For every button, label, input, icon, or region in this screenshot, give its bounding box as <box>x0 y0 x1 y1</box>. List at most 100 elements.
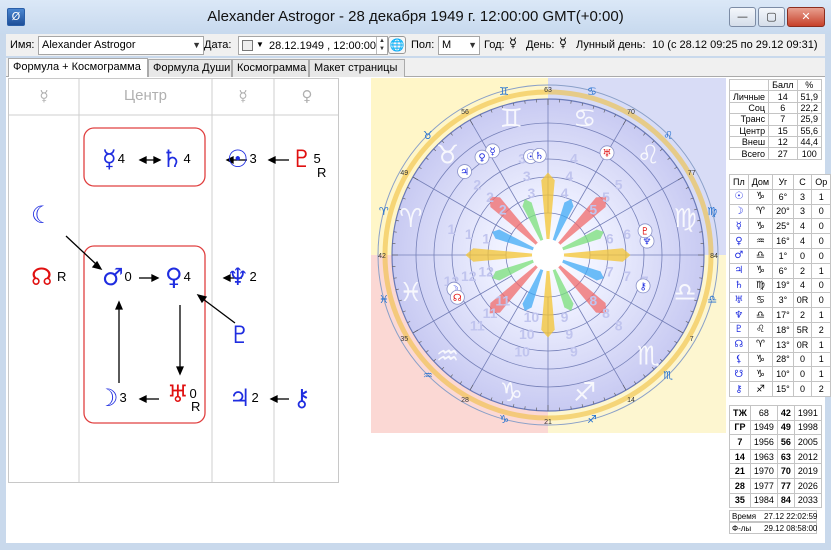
calendar-icon[interactable] <box>242 40 253 51</box>
planet-cell: ⚷ <box>729 381 749 397</box>
years-cell: 68 <box>749 405 778 421</box>
pluto-glyph-2[interactable]: ♇ <box>229 323 251 347</box>
chiron-glyph[interactable]: ⚷ <box>293 386 311 410</box>
planet-cell: ♋ <box>747 292 774 309</box>
planet-row[interactable]: ♅ ♋ 3° 0R 0 <box>729 292 831 309</box>
moon-glyph[interactable]: ☽3 <box>97 386 127 410</box>
scores-header-cell: % <box>796 78 823 92</box>
zodiac-sign-icon: ♈ <box>379 205 389 218</box>
house-number: 9 <box>565 326 573 342</box>
cosmogram[interactable]: 63707784714212835424956 ♈ ♈♉♉♊♊♋♋♌♌♍♍♎♎♏♏… <box>371 78 726 433</box>
zodiac-watermark-icon: ♋ <box>573 104 596 134</box>
date-spinner[interactable]: ▲ ▼ <box>376 37 387 54</box>
date-picker[interactable]: ▼ 28.12.1949 , 12:00:00 ▲ ▼ <box>238 36 388 55</box>
minimize-button[interactable]: — <box>729 7 756 27</box>
age-tick-label: 21 <box>544 419 552 426</box>
status-strip <box>0 543 831 550</box>
planet-cell: 0 <box>811 233 831 249</box>
house-number: 7 <box>606 264 614 280</box>
tab-formula-cosmogram[interactable]: Формула + Космограмма <box>8 58 148 78</box>
planet-cell: ♑ <box>747 188 774 205</box>
years-cell: ГР <box>729 419 751 436</box>
planet-row[interactable]: ♆ ♎ 17° 2 1 <box>729 307 831 323</box>
planet-cell: 15° <box>772 381 794 397</box>
house-number: 8 <box>615 318 623 334</box>
house-number: 6 <box>623 226 631 242</box>
age-tick-label: 49 <box>400 170 408 177</box>
saturn-glyph[interactable]: ♄4 <box>161 147 191 171</box>
planets-header-cell: Дом <box>747 174 774 190</box>
planet-cell: ⚸ <box>729 351 749 368</box>
day-label: День: <box>526 39 555 51</box>
planet-row[interactable]: ☊ ♈ 13° 0R 1 <box>729 336 831 353</box>
tab-bar: Формула + Космограмма Формула Души Космо… <box>6 58 825 78</box>
tab-cosmogram[interactable]: Космограмма <box>232 59 309 77</box>
scores-cell: Всего <box>728 147 770 160</box>
chevron-down-icon[interactable]: ▼ <box>256 40 264 49</box>
globe-icon[interactable]: 🌐 <box>388 36 406 54</box>
jupiter-glyph[interactable]: ♃2 <box>229 386 259 410</box>
house-number: 9 <box>570 344 578 360</box>
planet-cell: 3 <box>792 188 813 205</box>
zodiac-watermark-icon: ♈ <box>399 204 422 234</box>
formula-time-row: Ф-лы 29.12 08:58:00 <box>729 522 817 534</box>
name-combobox[interactable]: Alexander Astrogor ▼ <box>38 36 204 55</box>
tab-page-layout[interactable]: Макет страницы <box>309 59 405 77</box>
mars-glyph[interactable]: ♂0 <box>102 265 132 289</box>
planet-row[interactable]: ☿ ♑ 25° 4 0 <box>729 218 831 235</box>
planet-cell: 18° <box>772 321 794 338</box>
zodiac-watermark-icon: ♓ <box>399 278 422 308</box>
planet-cell: 1 <box>811 307 831 323</box>
planet-row[interactable]: ☽ ♈ 20° 3 0 <box>729 203 831 220</box>
close-button[interactable]: ✕ <box>787 7 825 27</box>
planet-cell: 0 <box>811 292 831 309</box>
years-cell: 70 <box>776 463 795 479</box>
scores-cell: 22,2 <box>796 101 823 115</box>
sun-glyph[interactable]: ☉3 <box>227 147 257 171</box>
scores-cell: 12 <box>768 135 798 149</box>
node-glyph[interactable]: ☊ <box>31 265 52 289</box>
planet-cell: 2 <box>792 262 813 279</box>
planets-header-cell: С <box>792 174 813 190</box>
scores-row: Всего 27 100 <box>728 147 823 160</box>
years-cell: 28 <box>729 477 751 494</box>
house-number: 2 <box>486 189 494 205</box>
moon-glyph-top[interactable]: ☾ <box>31 203 53 227</box>
planet-row[interactable]: ♇ ♌ 18° 5R 2 <box>729 321 831 338</box>
planet-cell: 10° <box>772 366 794 383</box>
gender-select[interactable]: М ▼ <box>438 36 480 55</box>
house-number: 9 <box>561 309 569 325</box>
zodiac-watermark-icon: ♌ <box>637 141 660 171</box>
scores-cell: 44,4 <box>796 135 823 149</box>
planet-marker-icon: ♇ <box>641 226 650 237</box>
venus-glyph[interactable]: ♀4 <box>165 265 191 289</box>
planet-cell: 1 <box>811 262 831 279</box>
neptune-glyph[interactable]: ♆2 <box>227 265 257 289</box>
planet-marker-icon: ☿ <box>490 146 496 157</box>
planet-cell: 3° <box>772 292 794 309</box>
planet-row[interactable]: ♃ ♑ 6° 2 1 <box>729 262 831 279</box>
tab-soul-formula[interactable]: Формула Души <box>148 59 232 77</box>
years-cell: ТЖ <box>729 405 751 421</box>
planet-cell: 1 <box>811 351 831 368</box>
zodiac-sign-icon: ♎ <box>707 293 717 306</box>
planet-row[interactable]: ♄ ♍ 19° 4 0 <box>729 277 831 294</box>
planet-cell: ☊ <box>729 336 749 353</box>
planet-row[interactable]: ♀ ♒ 16° 4 0 <box>729 233 831 249</box>
planet-cell: 0 <box>811 203 831 220</box>
maximize-button[interactable]: ▢ <box>758 7 785 27</box>
planet-row[interactable]: ☉ ♑ 6° 3 1 <box>729 188 831 205</box>
planet-cell: 1 <box>811 188 831 205</box>
time-label: Время <box>732 512 757 521</box>
planet-cell: 1 <box>811 366 831 383</box>
planet-cell: ♇ <box>729 321 749 338</box>
planet-row[interactable]: ☋ ♑ 10° 0 1 <box>729 366 831 383</box>
planet-row[interactable]: ♂ ♎ 1° 0 0 <box>729 247 831 264</box>
planet-row[interactable]: ⚷ ♐ 15° 0 2 <box>729 381 831 397</box>
planet-row[interactable]: ⚸ ♑ 28° 0 1 <box>729 351 831 368</box>
gender-value: М <box>442 39 452 51</box>
planets-table: Пл Дом Уг С Ор ☉ ♑ 6° 3 1 ☽ ♈ 20° 3 0 ☿ ♑ 25° 4 0 ♀ ♒ 16° 4 0 ♂ ♎… <box>729 174 831 397</box>
mercury-glyph[interactable]: ☿4 <box>102 147 125 171</box>
years-cell: 77 <box>776 477 795 494</box>
scores-cell: Центр <box>728 124 770 137</box>
